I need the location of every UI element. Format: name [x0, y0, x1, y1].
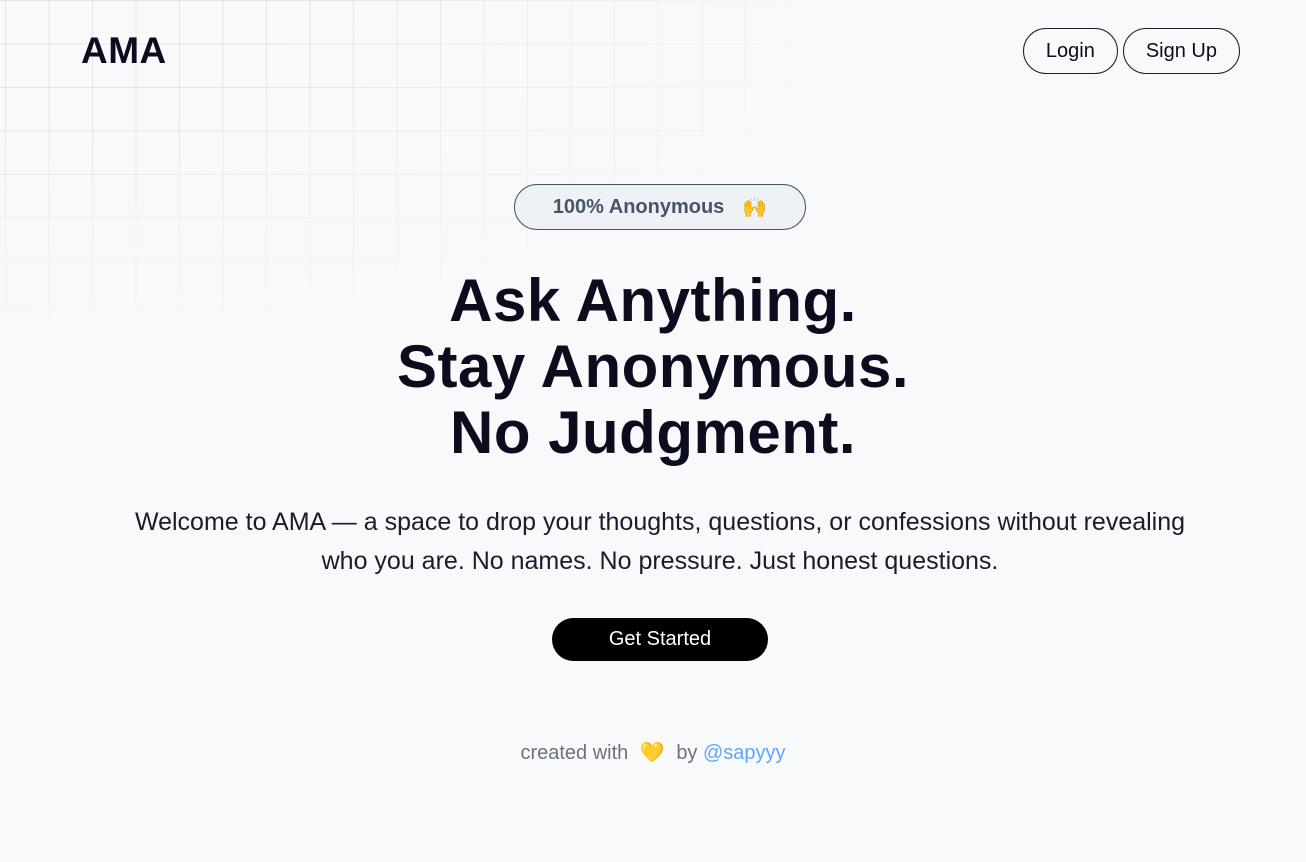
header-nav: Login Sign Up: [1022, 28, 1240, 74]
landing-page: AMA Login Sign Up 100% Anonymous 🙌 Ask A…: [0, 0, 1306, 862]
author-link[interactable]: @sapyyy: [703, 742, 786, 764]
footer-credit: created with 💛 by @sapyyy: [0, 740, 1306, 765]
badge-label: 100% Anonymous: [552, 195, 725, 218]
yellow-heart-icon: 💛: [639, 742, 665, 764]
logo[interactable]: AMA: [81, 30, 167, 72]
headline-line-2: Stay Anonymous.: [396, 333, 910, 400]
hero-intro: Welcome to AMA — a space to drop your th…: [134, 508, 1186, 575]
headline-line-3: No Judgment.: [450, 399, 856, 466]
footer-by: by: [676, 742, 698, 764]
anonymous-badge: 100% Anonymous 🙌: [514, 184, 806, 230]
login-button[interactable]: Login: [1022, 28, 1118, 74]
headline-line-1: Ask Anything.: [449, 267, 857, 334]
signup-button[interactable]: Sign Up: [1122, 28, 1240, 74]
hero-headline: Ask Anything. Stay Anonymous. No Judgmen…: [0, 268, 1306, 466]
get-started-button[interactable]: Get Started: [552, 618, 768, 661]
footer-prefix: created with: [520, 742, 629, 764]
raising-hands-icon: 🙌: [742, 196, 768, 219]
